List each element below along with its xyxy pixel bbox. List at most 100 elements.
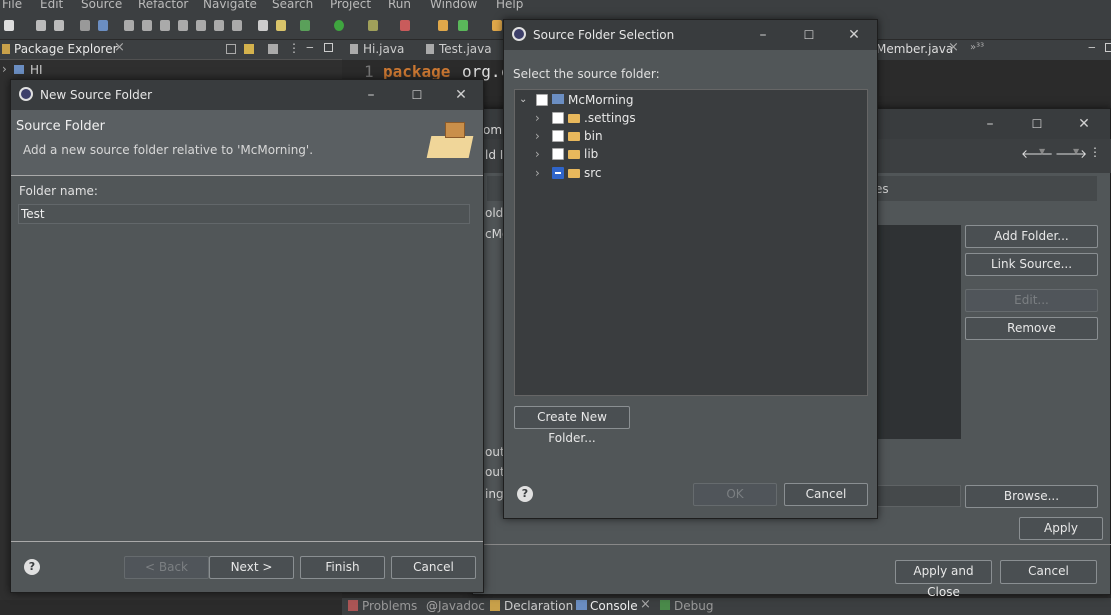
minimize-icon[interactable]: ‒ [1088,40,1096,54]
view-menu-icon[interactable]: ⋮ [1089,145,1101,159]
external-tools-icon[interactable] [368,20,378,31]
close-button[interactable]: ✕ [1069,113,1099,135]
partial-checkbox[interactable] [552,167,564,179]
menu-source[interactable]: Source [81,0,122,11]
menu-run[interactable]: Run [388,0,411,11]
tab-javadoc[interactable]: Javadoc [438,599,485,613]
package-explorer-title[interactable]: Package Explorer [14,42,118,56]
step-into-icon[interactable] [196,20,206,31]
new-class-icon[interactable] [458,20,468,31]
checkbox[interactable] [552,130,564,142]
maximize-icon[interactable] [324,43,333,52]
minimize-icon[interactable]: ‒ [306,40,314,54]
tree-item-mcmorning[interactable]: ⌄ McMorning [515,91,865,109]
close-icon[interactable]: × [640,597,651,612]
tab-problems[interactable]: Problems [362,599,417,613]
menu-file[interactable]: File [2,0,22,11]
menu-help[interactable]: Help [496,0,523,11]
checkbox[interactable] [552,112,564,124]
close-icon[interactable]: × [114,40,125,55]
new-package-icon[interactable] [438,20,448,31]
chevron-down-icon[interactable]: ⌄ [519,91,527,109]
step-return-icon[interactable] [232,20,242,31]
remove-button[interactable]: Remove [965,317,1098,340]
chevron-right-icon[interactable]: › [535,145,540,163]
new-icon[interactable] [4,20,14,31]
tree-item-bin[interactable]: › bin [515,127,865,145]
finish-button[interactable]: Finish [300,556,385,579]
link-editor-icon[interactable] [244,44,254,54]
chevron-down-icon[interactable]: ▼ [1073,147,1079,156]
create-new-folder-button[interactable]: Create New Folder... [514,406,630,445]
tab-console[interactable]: Console [590,599,638,613]
browse-button[interactable]: Browse... [965,485,1098,508]
save-icon[interactable] [36,20,46,31]
maximize-button[interactable]: ☐ [402,84,432,106]
run-icon[interactable] [334,20,344,31]
filter-icon[interactable] [268,44,278,54]
back-button[interactable]: < Back [124,556,209,579]
expand-arrow-icon[interactable]: › [2,62,7,76]
ok-button[interactable]: OK [693,483,777,506]
maximize-icon[interactable] [1105,43,1111,52]
cancel-button[interactable]: Cancel [391,556,476,579]
next-button[interactable]: Next > [209,556,294,579]
skip-breakpoints-icon[interactable] [98,20,108,31]
collapse-all-icon[interactable] [226,44,236,54]
disconnect-icon[interactable] [178,20,188,31]
cancel-button[interactable]: Cancel [784,483,868,506]
view-menu-icon[interactable]: ⋮ [288,41,300,55]
menu-navigate[interactable]: Navigate [203,0,257,11]
suspend-icon[interactable] [142,20,152,31]
minimize-button[interactable]: – [356,84,386,106]
help-icon[interactable]: ? [517,486,533,502]
tree-item-lib[interactable]: › lib [515,145,865,163]
open-type-icon[interactable] [492,20,502,31]
maximize-button[interactable]: ☐ [1022,113,1052,135]
coverage-icon[interactable] [300,20,310,31]
close-button[interactable]: ✕ [446,84,476,106]
tab-member-java[interactable]: Member.java [876,42,953,56]
menu-edit[interactable]: Edit [40,0,63,11]
apply-and-close-button[interactable]: Apply and Close [895,560,992,599]
more-tabs-indicator[interactable]: »³³ [970,42,984,53]
add-folder-button[interactable]: Add Folder... [965,225,1098,248]
checkbox[interactable] [536,94,548,106]
minimize-button[interactable]: – [975,113,1005,135]
chevron-right-icon[interactable]: › [535,164,540,182]
toggle-view-icon[interactable] [258,20,268,31]
back-arrow-icon[interactable]: 🡐 [1021,146,1053,161]
apply-button[interactable]: Apply [1019,517,1103,540]
tab-debug[interactable]: Debug [674,599,713,613]
tree-item-hi[interactable]: HI [30,63,43,77]
link-source-button[interactable]: Link Source... [965,253,1098,276]
source-list[interactable] [877,225,961,439]
tab-test-java[interactable]: Test.java [439,42,492,56]
close-button[interactable]: ✕ [839,24,869,46]
close-icon[interactable]: × [948,40,959,55]
menu-project[interactable]: Project [330,0,371,11]
chevron-right-icon[interactable]: › [535,127,540,145]
tab-hi-java[interactable]: Hi.java [363,42,404,56]
save-all-icon[interactable] [54,20,64,31]
menu-search[interactable]: Search [272,0,313,11]
output-folder-field[interactable] [877,485,961,507]
checkbox[interactable] [552,148,564,160]
resume-icon[interactable] [124,20,134,31]
chevron-down-icon[interactable]: ▼ [1039,147,1045,156]
tree-item-src[interactable]: › src [515,164,865,182]
edit-button[interactable]: Edit... [965,289,1098,312]
folder-name-input[interactable]: Test [18,204,470,224]
stop-icon[interactable] [400,20,410,31]
menu-refactor[interactable]: Refactor [138,0,188,11]
terminal-icon[interactable] [80,20,90,31]
debug-tools-icon[interactable] [276,20,286,31]
help-icon[interactable]: ? [24,559,40,575]
cancel-button[interactable]: Cancel [1000,560,1097,584]
maximize-button[interactable]: ☐ [794,24,824,46]
minimize-button[interactable]: – [748,24,778,46]
forward-arrow-icon[interactable]: 🡒 [1055,146,1087,161]
tab-declaration[interactable]: Declaration [504,599,573,613]
tree-item-settings[interactable]: › .settings [515,109,865,127]
menu-window[interactable]: Window [430,0,477,11]
